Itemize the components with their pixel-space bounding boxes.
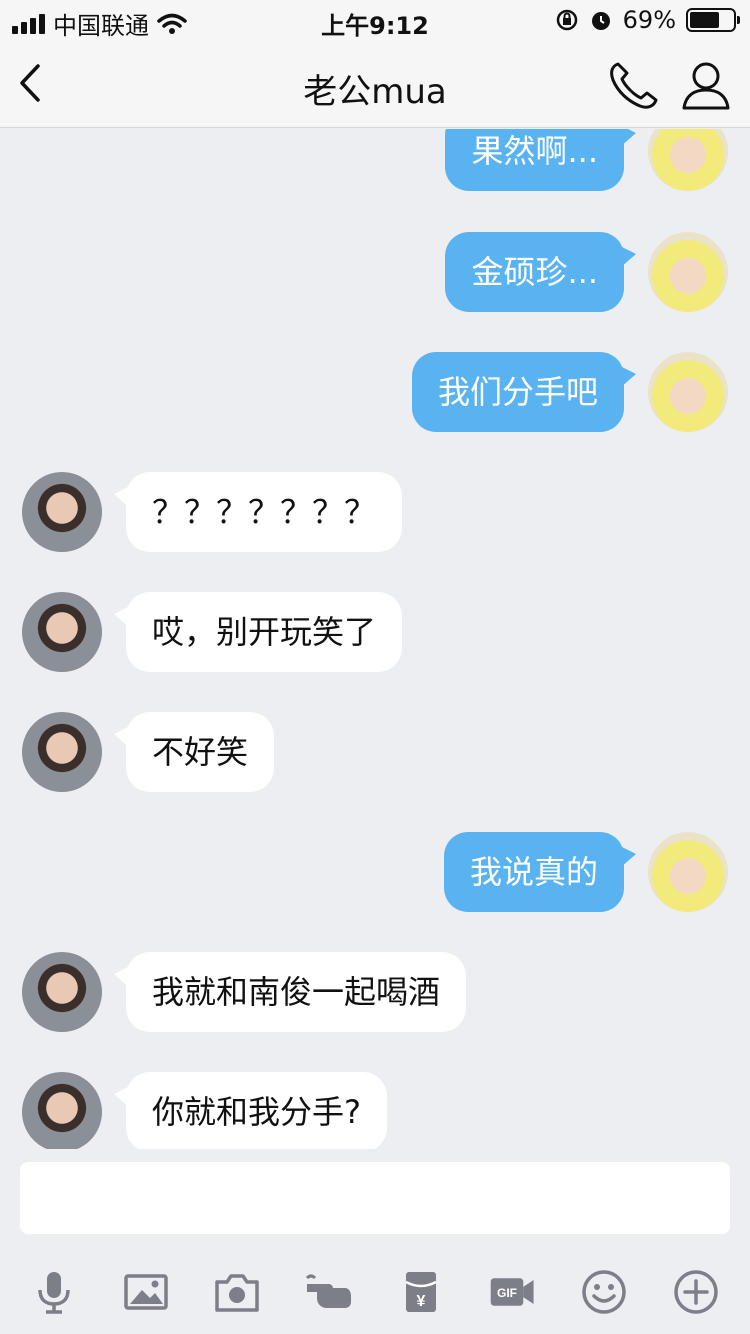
contact-message-bubble[interactable]: 你就和我分手?	[114, 1072, 387, 1149]
battery-icon	[686, 8, 740, 32]
my-avatar[interactable]	[648, 129, 728, 191]
poke-hand-icon[interactable]	[299, 1262, 359, 1322]
emoji-icon[interactable]	[574, 1262, 634, 1322]
gif-icon[interactable]: GIF	[483, 1262, 543, 1322]
message-row: ？？？？？？？	[0, 472, 750, 552]
camera-icon[interactable]	[207, 1262, 267, 1322]
plus-icon[interactable]	[666, 1262, 726, 1322]
rotation-lock-icon	[556, 9, 577, 31]
contact-avatar[interactable]	[22, 1072, 102, 1149]
message-row: 我就和南俊一起喝酒	[0, 952, 750, 1032]
message-row: 我们分手吧	[0, 352, 750, 432]
my-message-bubble[interactable]: 我说真的	[443, 832, 637, 912]
red-packet-icon[interactable]: ¥	[391, 1262, 451, 1322]
contact-avatar[interactable]	[22, 592, 102, 672]
contact-message-bubble[interactable]: 不好笑	[113, 712, 275, 792]
contact-message-bubble[interactable]: ？？？？？？？	[113, 472, 403, 552]
contact-avatar[interactable]	[22, 712, 102, 792]
message-input[interactable]	[20, 1162, 730, 1234]
message-row: 哎，别开玩笑了	[0, 592, 750, 672]
battery-fill	[690, 12, 719, 28]
status-bar: 中国联通 上午9:12 69%	[0, 0, 750, 40]
alarm-icon	[591, 12, 610, 30]
my-message-bubble[interactable]: 果然啊...	[445, 129, 636, 191]
nav-bar: 老公mua	[0, 40, 750, 128]
contact-message-bubble[interactable]: 我就和南俊一起喝酒	[113, 952, 467, 1032]
svg-text:¥: ¥	[416, 1293, 425, 1310]
my-message-bubble[interactable]: 金硕珍...	[445, 232, 636, 312]
chat-area[interactable]: 果然啊... 金硕珍... 我们分手吧 ？？？？？？？ 哎，别开玩笑了 不好笑 …	[0, 129, 750, 1149]
message-row: 不好笑	[0, 712, 750, 792]
my-avatar[interactable]	[648, 232, 728, 312]
profile-icon[interactable]	[678, 58, 734, 112]
message-row: 金硕珍...	[0, 232, 750, 312]
image-icon[interactable]	[116, 1262, 176, 1322]
message-row: 我说真的	[0, 832, 750, 912]
battery-percent: 69%	[622, 6, 676, 34]
microphone-icon[interactable]	[24, 1262, 84, 1322]
message-row: 你就和我分手?	[0, 1072, 750, 1149]
contact-avatar[interactable]	[22, 472, 102, 552]
contact-message-bubble[interactable]: 哎，别开玩笑了	[113, 592, 403, 672]
my-avatar[interactable]	[648, 832, 728, 912]
my-avatar[interactable]	[648, 352, 728, 432]
my-message-bubble[interactable]: 我们分手吧	[411, 352, 637, 432]
message-row: 果然啊...	[0, 129, 750, 191]
svg-text:GIF: GIF	[497, 1286, 517, 1300]
phone-icon[interactable]	[604, 58, 662, 112]
contact-avatar[interactable]	[22, 952, 102, 1032]
status-right: 69%	[555, 6, 740, 34]
input-toolbar: ¥ GIF	[0, 1250, 750, 1334]
